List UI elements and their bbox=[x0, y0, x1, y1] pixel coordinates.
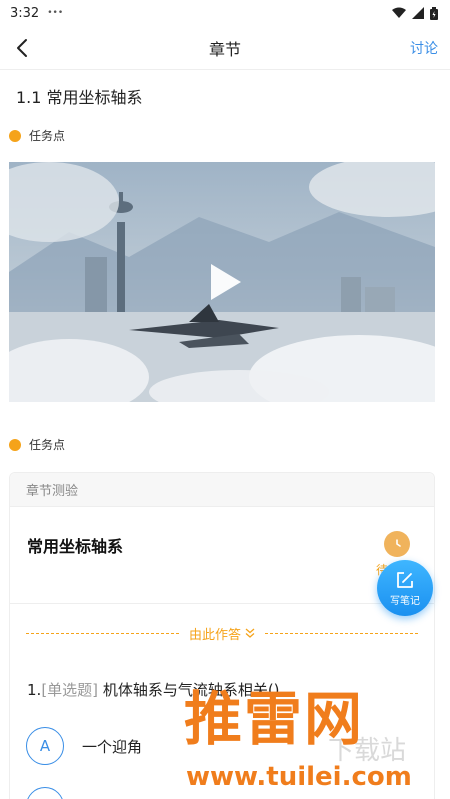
task-point-dot bbox=[9, 438, 21, 451]
quiz-name: 常用坐标轴系 bbox=[27, 537, 124, 556]
answer-here-label: 由此作答 bbox=[189, 627, 242, 643]
question-type: [单选题] bbox=[41, 681, 99, 699]
option-text: 一个迎角 bbox=[82, 737, 143, 756]
back-button[interactable] bbox=[10, 36, 34, 60]
discuss-button[interactable]: 讨论 bbox=[410, 38, 438, 58]
play-icon[interactable] bbox=[207, 262, 243, 302]
signal-icon bbox=[412, 7, 424, 19]
video-player[interactable] bbox=[9, 162, 435, 402]
answer-here-button[interactable]: 由此作答 bbox=[179, 624, 265, 643]
section-title: 1.1 常用坐标轴系 bbox=[16, 88, 143, 107]
status-time: 3:32 bbox=[10, 5, 40, 21]
option-letter[interactable]: B bbox=[26, 787, 64, 799]
nav-bar: 章节 讨论 bbox=[0, 26, 450, 70]
status-dots: ••• bbox=[47, 8, 64, 18]
chevron-left-icon bbox=[17, 39, 27, 57]
answer-here-row[interactable]: 由此作答 bbox=[26, 623, 419, 643]
quiz-header: 章节测验 bbox=[10, 473, 434, 507]
edit-note-icon bbox=[397, 571, 413, 588]
page-title: 章节 bbox=[208, 39, 241, 59]
watermark-url: www.tuilei.com bbox=[186, 762, 412, 792]
watermark: 下载站 推雷网 www.tuilei.com bbox=[178, 684, 450, 799]
option-letter[interactable]: A bbox=[26, 727, 64, 765]
dashed-line bbox=[26, 632, 179, 634]
task-point-1: 任务点 bbox=[9, 127, 65, 144]
chevron-double-down-icon bbox=[245, 628, 255, 638]
clock-icon bbox=[384, 531, 410, 557]
option-a[interactable]: A 一个迎角 bbox=[26, 727, 142, 765]
status-left: 3:32 ••• bbox=[10, 6, 63, 21]
battery-icon bbox=[430, 6, 438, 20]
write-note-label: 写笔记 bbox=[390, 595, 420, 607]
status-bar: 3:32 ••• bbox=[0, 0, 450, 26]
divider bbox=[10, 603, 434, 604]
option-b[interactable]: B bbox=[26, 787, 82, 799]
task-point-label: 任务点 bbox=[29, 438, 66, 452]
watermark-logo: 推雷网 bbox=[184, 685, 365, 753]
dashed-line bbox=[265, 632, 419, 634]
question-number: 1. bbox=[27, 681, 42, 699]
status-icons bbox=[392, 6, 438, 20]
write-note-button[interactable]: 写笔记 bbox=[377, 560, 433, 616]
wifi-icon bbox=[392, 7, 406, 18]
task-point-dot bbox=[9, 129, 21, 142]
task-point-2: 任务点 bbox=[9, 436, 65, 453]
task-point-label: 任务点 bbox=[29, 129, 66, 143]
